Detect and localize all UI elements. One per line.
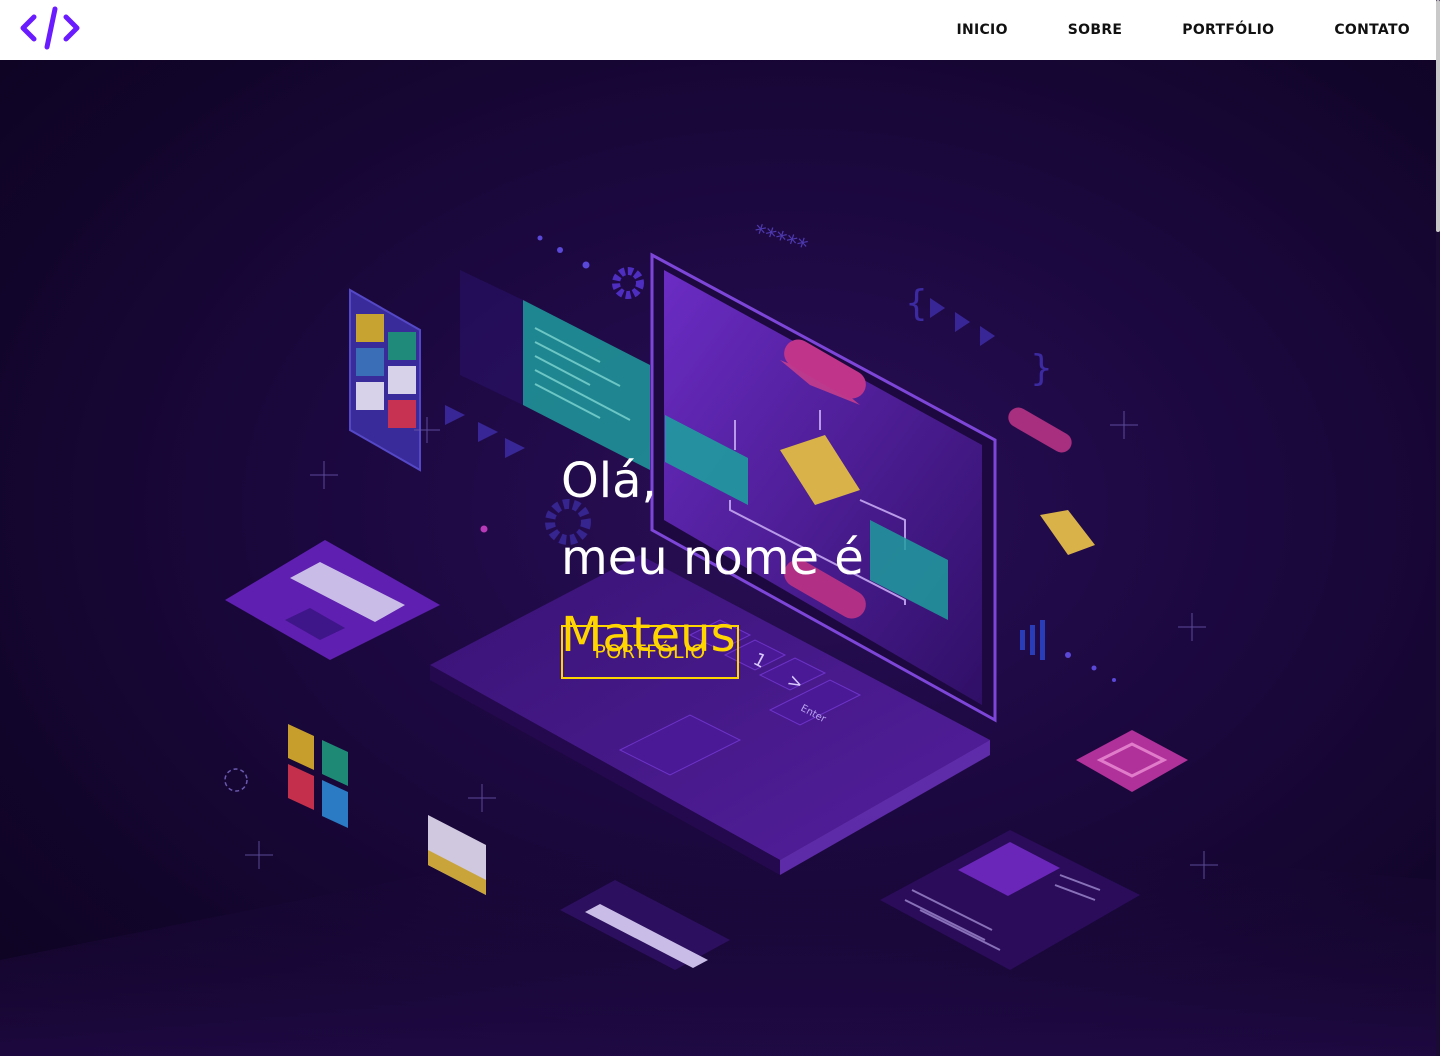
scrollbar[interactable]	[1436, 0, 1440, 1056]
nav-portfolio[interactable]: PORTFÓLIO	[1182, 22, 1274, 38]
greeting-line: Olá,	[561, 453, 657, 509]
logo[interactable]	[20, 6, 82, 52]
portfolio-button[interactable]: PORTFÓLIO	[561, 625, 739, 679]
scrollbar-thumb[interactable]	[1436, 0, 1440, 232]
code-brackets-icon	[20, 6, 80, 50]
nav-sobre[interactable]: SOBRE	[1068, 22, 1123, 38]
svg-text:}: }	[1030, 348, 1053, 389]
password-mask: *****	[750, 220, 810, 261]
hero-section: 1 > Enter {} ***** Olá, meu nome é Mate…	[0, 60, 1436, 1056]
nav-inicio[interactable]: INICIO	[956, 22, 1007, 38]
nav-contato[interactable]: CONTATO	[1334, 22, 1410, 38]
site-header: INICIO SOBRE PORTFÓLIO CONTATO	[0, 0, 1436, 60]
svg-text:{: {	[905, 283, 928, 324]
intro-line: meu nome é	[561, 530, 864, 586]
main-nav: INICIO SOBRE PORTFÓLIO CONTATO	[956, 0, 1410, 60]
